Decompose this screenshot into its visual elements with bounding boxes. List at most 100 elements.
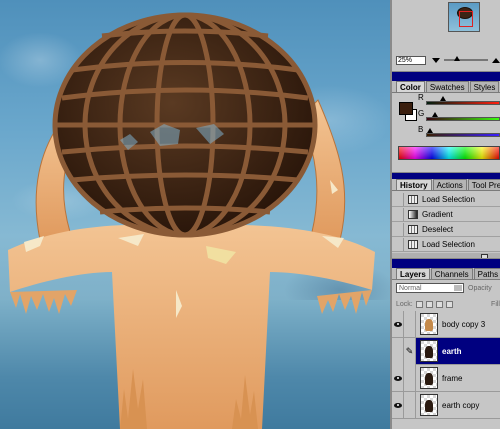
lock-pixels-icon[interactable]	[425, 300, 433, 308]
lock-position-icon[interactable]	[435, 300, 443, 308]
tab-paths[interactable]: Paths	[473, 268, 500, 279]
layer-thumbnail	[420, 394, 438, 416]
history-item-label: Gradient	[422, 209, 453, 219]
layer-row-earth-copy[interactable]: earth copy	[392, 391, 500, 419]
link-toggle[interactable]	[404, 364, 416, 392]
blend-mode-select[interactable]: Normal	[396, 283, 464, 293]
layer-name: earth copy	[442, 400, 480, 410]
link-toggle[interactable]	[404, 391, 416, 419]
selection-icon	[408, 239, 418, 249]
color-panel-titlebar[interactable]	[392, 72, 500, 81]
link-toggle[interactable]	[404, 310, 416, 338]
tab-styles[interactable]: Styles	[469, 81, 500, 92]
history-snapshot-box[interactable]	[394, 207, 404, 221]
blue-slider-knob[interactable]	[427, 128, 434, 133]
layer-blend-controls: Normal Opacity	[396, 282, 500, 294]
color-panel-tabs: Color Swatches Styles	[392, 81, 500, 93]
layer-thumbnail	[420, 313, 438, 335]
globe-thumb-icon	[425, 373, 433, 385]
selection-icon	[408, 224, 418, 234]
navigator-panel: 25%	[392, 0, 500, 66]
layer-thumbnail	[420, 367, 438, 389]
eye-icon	[393, 375, 402, 381]
tab-tool-presets[interactable]: Tool Presets	[467, 179, 500, 190]
zoom-field[interactable]: 25%	[396, 55, 426, 65]
layer-thumbnail	[420, 340, 438, 362]
zoom-out-icon[interactable]	[432, 57, 440, 63]
history-panel-tabs: History Actions Tool Presets	[392, 179, 500, 191]
zoom-slider[interactable]	[444, 56, 488, 61]
globe-thumb-icon	[425, 346, 433, 358]
lock-row: Lock: Fill	[396, 299, 500, 309]
zoom-slider-knob[interactable]	[454, 56, 460, 61]
tab-actions[interactable]: Actions	[432, 179, 467, 190]
layers-panel: Layers Channels Paths Normal Opacity Loc…	[392, 258, 500, 429]
blue-slider-track[interactable]	[426, 133, 500, 137]
layers-panel-titlebar[interactable]	[392, 259, 500, 268]
red-slider-knob[interactable]	[439, 96, 446, 101]
chevron-down-icon[interactable]	[454, 285, 462, 291]
color-spectrum-bar[interactable]	[398, 146, 500, 160]
eye-icon	[393, 402, 402, 408]
red-label: R	[418, 93, 424, 102]
tab-history[interactable]: History	[396, 179, 432, 190]
brush-icon: ✎	[405, 345, 414, 356]
layers-panel-tabs: Layers Channels Paths	[392, 268, 500, 280]
history-panel: History Actions Tool Presets Load Select…	[392, 172, 500, 261]
green-slider-track[interactable]	[426, 117, 500, 121]
eye-icon	[393, 321, 402, 327]
tab-layers[interactable]: Layers	[396, 268, 430, 279]
history-snapshot-box[interactable]	[394, 237, 404, 251]
blue-label: B	[418, 125, 424, 134]
artwork-figure	[8, 12, 375, 429]
layer-name: frame	[442, 373, 463, 383]
selection-icon	[408, 194, 418, 204]
history-item[interactable]: Deselect	[392, 222, 500, 237]
panel-column: 25% Color Swatches Styles R G B History …	[390, 0, 500, 429]
zoom-in-icon[interactable]	[492, 57, 500, 63]
tab-color[interactable]: Color	[396, 81, 425, 92]
layer-row-frame[interactable]: frame	[392, 364, 500, 392]
blend-mode-value: Normal	[399, 285, 422, 292]
history-item[interactable]: Gradient	[392, 207, 500, 222]
history-snapshot-box[interactable]	[394, 222, 404, 236]
blue-slider[interactable]: B	[418, 125, 500, 140]
figure-thumb-icon	[425, 319, 433, 331]
green-slider[interactable]: G	[418, 109, 500, 124]
history-item-label: Load Selection	[422, 239, 475, 249]
history-item[interactable]: Load Selection	[392, 192, 500, 207]
history-snapshot-box[interactable]	[394, 192, 404, 206]
color-panel: Color Swatches Styles R G B	[392, 71, 500, 167]
gradient-icon	[408, 209, 418, 219]
navigator-zoom-row: 25%	[396, 55, 500, 65]
image-canvas[interactable]	[0, 0, 390, 429]
tab-channels[interactable]: Channels	[430, 268, 473, 279]
visibility-toggle[interactable]	[392, 364, 404, 392]
navigator-thumbnail[interactable]	[448, 2, 480, 32]
history-item-label: Deselect	[422, 224, 454, 234]
foreground-color-swatch[interactable]	[399, 102, 413, 115]
lock-label: Lock:	[396, 300, 413, 308]
globe-thumb-icon	[425, 400, 433, 412]
layer-name: body copy 3	[442, 319, 486, 329]
green-label: G	[418, 109, 425, 118]
layer-row-earth[interactable]: ✎ earth	[392, 337, 500, 365]
layer-name: earth	[442, 346, 462, 356]
green-slider-knob[interactable]	[431, 112, 438, 117]
history-item[interactable]: Load Selection	[392, 237, 500, 252]
lock-transparency-icon[interactable]	[415, 300, 423, 308]
visibility-toggle[interactable]	[392, 310, 404, 338]
layer-row-body-copy-3[interactable]: body copy 3	[392, 310, 500, 338]
red-slider[interactable]: R	[418, 93, 500, 108]
visibility-toggle[interactable]	[392, 391, 404, 419]
fill-label: Fill	[491, 300, 500, 308]
lock-all-icon[interactable]	[445, 300, 453, 308]
visibility-toggle[interactable]	[392, 337, 404, 365]
brush-link-toggle[interactable]: ✎	[404, 337, 416, 365]
tab-swatches[interactable]: Swatches	[425, 81, 469, 92]
navigator-view-box[interactable]	[459, 11, 473, 27]
red-slider-track[interactable]	[426, 101, 500, 105]
opacity-label: Opacity	[468, 284, 492, 292]
history-item-label: Load Selection	[422, 194, 475, 204]
layer-list: body copy 3 ✎ earth frame earth copy	[392, 310, 500, 419]
